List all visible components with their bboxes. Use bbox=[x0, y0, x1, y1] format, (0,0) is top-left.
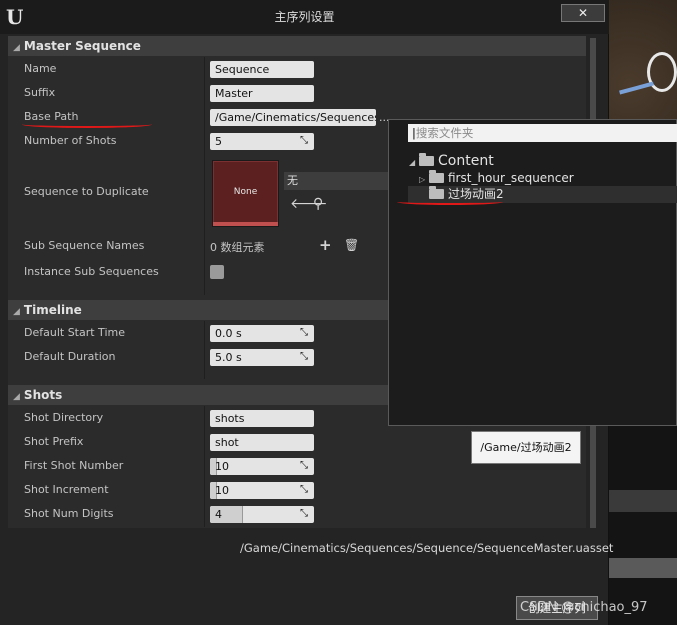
column-divider[interactable] bbox=[204, 57, 205, 295]
collapse-triangle-icon: ◢ bbox=[13, 307, 20, 317]
expanded-triangle-icon: ◢ bbox=[409, 158, 416, 167]
search-icon[interactable]: ⚲ bbox=[313, 197, 323, 211]
folder-icon bbox=[429, 186, 444, 199]
asset-picker-combo[interactable]: 无 bbox=[284, 172, 388, 190]
add-element-icon[interactable]: + bbox=[319, 238, 332, 253]
duration-spinbox[interactable]: 5.0 s ⤡ bbox=[210, 349, 314, 366]
column-divider[interactable] bbox=[204, 406, 205, 527]
thumbnail-none-label: None bbox=[233, 187, 258, 197]
instance-sub-label: Instance Sub Sequences bbox=[24, 265, 159, 278]
annotation-underline bbox=[22, 121, 152, 128]
num-shots-spinbox[interactable]: 5 ⤡ bbox=[210, 133, 314, 150]
name-label: Name bbox=[24, 62, 57, 75]
shot-increment-spinbox[interactable]: 10 ⤡ bbox=[210, 482, 314, 499]
sub-names-label: Sub Sequence Names bbox=[24, 239, 145, 252]
viewport-strip bbox=[609, 490, 677, 512]
prefix-label: Shot Prefix bbox=[24, 435, 84, 448]
sub-names-count: 0 数组元素 bbox=[210, 241, 265, 254]
shot-directory-field[interactable]: shots bbox=[210, 410, 314, 427]
category-label: Master Sequence bbox=[23, 39, 141, 53]
resize-arrows-icon: ⤡ bbox=[300, 135, 308, 146]
category-label: Shots bbox=[23, 388, 63, 402]
seq-dup-label: Sequence to Duplicate bbox=[24, 185, 149, 198]
shot-increment-value: 10 bbox=[215, 484, 229, 497]
collapsed-triangle-icon: ▷ bbox=[419, 175, 426, 184]
resize-arrows-icon: ⤡ bbox=[300, 327, 308, 338]
suffix-field[interactable]: Master bbox=[210, 85, 314, 102]
num-shots-label: Number of Shots bbox=[24, 134, 117, 147]
digits-label: Shot Num Digits bbox=[24, 507, 114, 520]
start-label: Default Start Time bbox=[24, 326, 125, 339]
shot-digits-spinbox[interactable]: 4 ⤡ bbox=[210, 506, 314, 523]
shot-digits-value: 4 bbox=[215, 508, 222, 521]
folder-picker-popup: |搜索文件夹 ◢ Content ▷ first_hour_sequencer 过场… bbox=[388, 119, 677, 426]
increment-label: Shot Increment bbox=[24, 483, 109, 496]
start-time-value: 0.0 s bbox=[215, 327, 242, 340]
viewport-strip bbox=[609, 558, 677, 578]
resize-arrows-icon: ⤡ bbox=[300, 508, 308, 519]
collapse-triangle-icon: ◢ bbox=[13, 43, 20, 53]
folder-icon bbox=[419, 153, 434, 166]
folder-search-input[interactable]: |搜索文件夹 bbox=[408, 124, 677, 142]
duration-label: Default Duration bbox=[24, 350, 116, 363]
directory-label: Shot Directory bbox=[24, 411, 104, 424]
shot-prefix-field[interactable]: shot bbox=[210, 434, 314, 451]
folder-search-placeholder: 搜索文件夹 bbox=[415, 126, 474, 140]
first-label: First Shot Number bbox=[24, 459, 124, 472]
category-master-sequence[interactable]: ◢ Master Sequence bbox=[8, 36, 586, 56]
num-shots-value: 5 bbox=[215, 135, 222, 148]
close-button[interactable]: ✕ bbox=[561, 4, 605, 22]
window-title: 主序列设置 bbox=[274, 10, 335, 24]
start-time-spinbox[interactable]: 0.0 s ⤡ bbox=[210, 325, 314, 342]
asset-path-preview: /Game/Cinematics/Sequences/Sequence/Sequ… bbox=[240, 541, 614, 555]
base-path-field[interactable]: /Game/Cinematics/Sequences bbox=[210, 109, 376, 126]
thumbnail-strip bbox=[213, 222, 278, 226]
close-icon: ✕ bbox=[577, 6, 589, 20]
collapse-triangle-icon: ◢ bbox=[13, 392, 20, 402]
tree-item-label: Content bbox=[438, 153, 494, 169]
instance-sub-checkbox[interactable] bbox=[210, 265, 224, 279]
watermark-text: CSDN @chichao_97 bbox=[520, 600, 648, 615]
asset-thumbnail[interactable]: None bbox=[212, 160, 279, 227]
tree-item-content[interactable]: ◢ Content bbox=[409, 153, 494, 171]
column-divider[interactable] bbox=[204, 321, 205, 379]
name-field[interactable]: Sequence bbox=[210, 61, 314, 78]
annotation-underline bbox=[397, 199, 503, 205]
category-label: Timeline bbox=[23, 303, 82, 317]
tree-item-label: first_hour_sequencer bbox=[448, 171, 574, 185]
resize-arrows-icon: ⤡ bbox=[300, 351, 308, 362]
duration-value: 5.0 s bbox=[215, 351, 242, 364]
first-shot-spinbox[interactable]: 10 ⤡ bbox=[210, 458, 314, 475]
trash-icon[interactable]: 🗑 bbox=[344, 238, 359, 252]
folder-icon bbox=[429, 170, 444, 183]
suffix-label: Suffix bbox=[24, 86, 56, 99]
first-shot-value: 10 bbox=[215, 460, 229, 473]
resize-arrows-icon: ⤡ bbox=[300, 460, 308, 471]
resize-arrows-icon: ⤡ bbox=[300, 484, 308, 495]
path-tooltip: /Game/过场动画2 bbox=[471, 431, 581, 464]
tree-item-first-hour-sequencer[interactable]: ▷ first_hour_sequencer bbox=[419, 170, 574, 187]
